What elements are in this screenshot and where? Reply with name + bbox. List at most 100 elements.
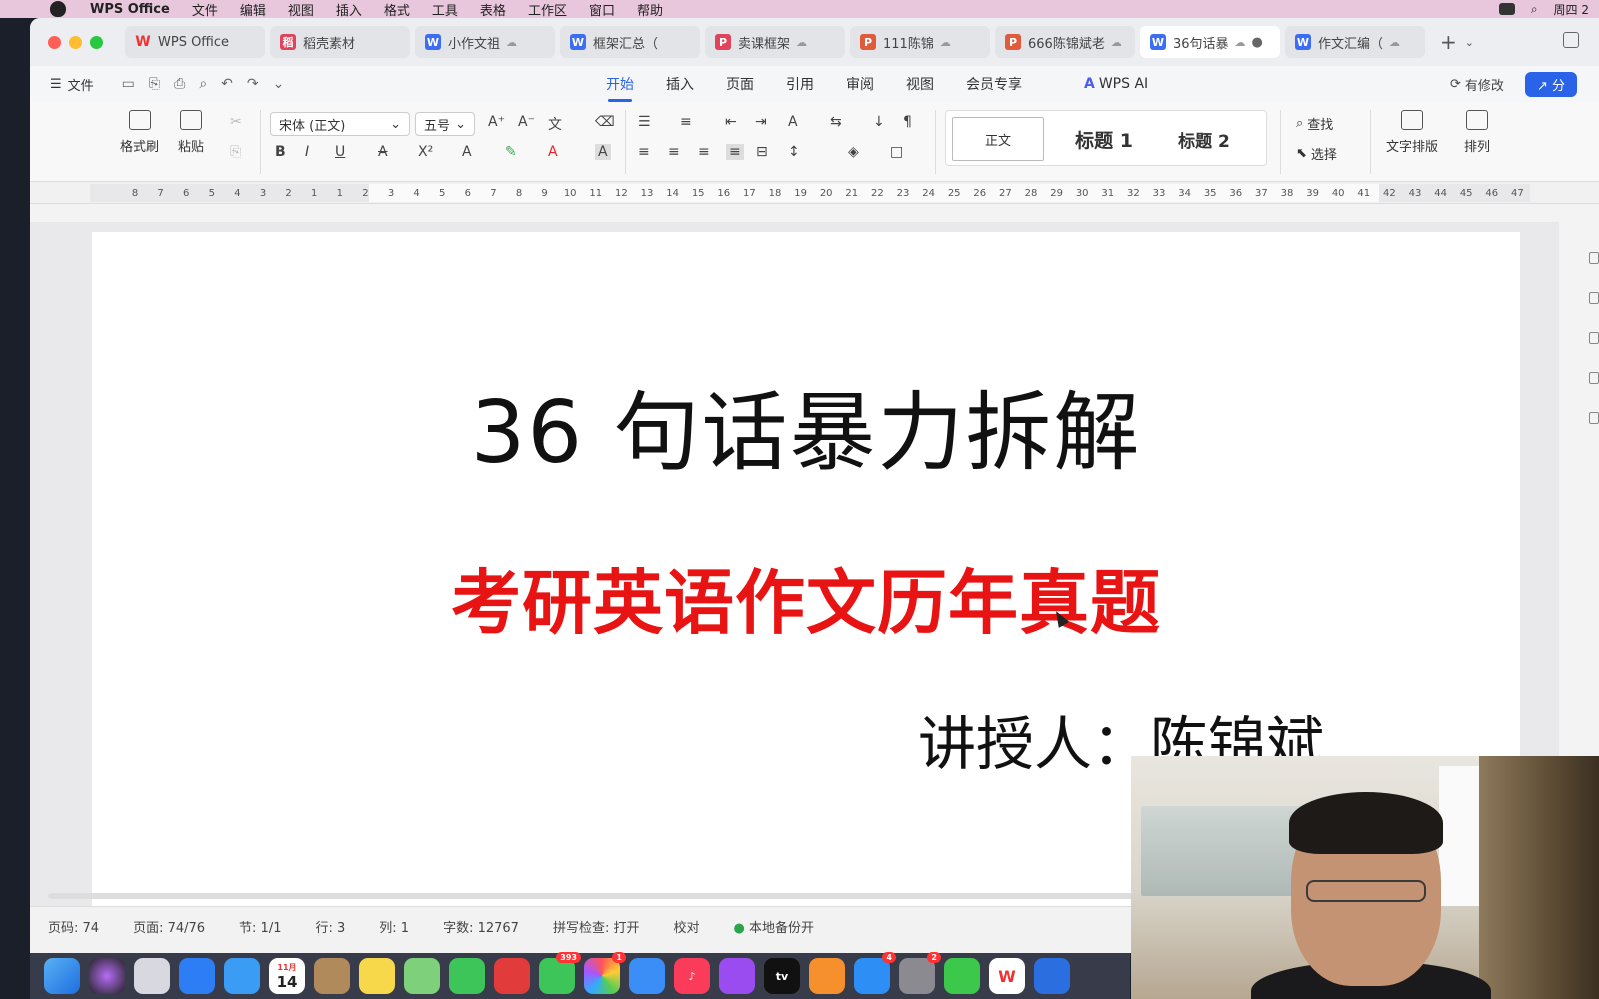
tab-doc-6[interactable]: P 111陈锦 ☁ <box>850 26 990 58</box>
menubar-menu-window[interactable]: 窗口 <box>589 0 615 19</box>
tab-doc-5[interactable]: P 卖课框架 ☁ <box>705 26 845 58</box>
calendar-icon[interactable]: 11月 14 <box>269 958 305 994</box>
system-settings-icon[interactable]: 2 <box>899 952 941 994</box>
tab-wps-office[interactable]: W WPS Office <box>125 26 265 58</box>
tab-doc-9[interactable]: W 作文汇编（ ☁ <box>1285 26 1425 58</box>
italic-icon[interactable]: I <box>305 144 309 160</box>
menubar-menu-format[interactable]: 格式 <box>384 0 410 19</box>
numbered-list-icon[interactable]: ≡ <box>680 114 692 130</box>
line-spacing-icon[interactable]: ↕ <box>788 144 800 160</box>
print-preview-icon[interactable]: ⌕ <box>199 76 207 92</box>
changes-indicator[interactable]: ⟳ 有修改 <box>1450 75 1504 94</box>
style-normal[interactable]: 正文 <box>952 117 1044 161</box>
bold-icon[interactable]: B <box>275 144 286 160</box>
menubar-clock[interactable]: 周四 2 <box>1554 1 1589 18</box>
tab-review[interactable]: 审阅 <box>846 68 874 100</box>
strikethrough-icon[interactable]: A <box>378 144 388 160</box>
borders-icon[interactable]: □ <box>890 144 903 160</box>
siri-icon[interactable] <box>89 958 125 994</box>
menubar-app-name[interactable]: WPS Office <box>90 2 170 17</box>
cut-icon[interactable]: ✂ <box>230 114 242 130</box>
export-pdf-icon[interactable]: ⎘ <box>149 76 160 92</box>
text-layout-button[interactable]: 文字排版 <box>1386 110 1438 155</box>
grow-font-icon[interactable]: A⁺ <box>488 114 505 130</box>
status-page-number[interactable]: 页码: 74 <box>48 917 99 936</box>
status-page-count[interactable]: 页面: 74/76 <box>133 917 205 936</box>
convert-icon[interactable]: ⇆ <box>830 114 842 130</box>
paste-button[interactable]: 粘贴 <box>178 110 204 155</box>
text-direction-icon[interactable]: A <box>788 114 798 130</box>
window-layout-icon[interactable] <box>1563 32 1579 48</box>
shading-icon[interactable]: ◈ <box>848 144 859 160</box>
photos-icon[interactable]: 1 <box>584 952 626 994</box>
tab-home[interactable]: 开始 <box>606 68 634 102</box>
share-button[interactable]: ↗ 分 <box>1525 72 1578 97</box>
copy-icon[interactable]: ⎘ <box>230 144 241 160</box>
superscript-icon[interactable]: X² <box>418 144 433 160</box>
align-left-icon[interactable]: ≡ <box>638 144 650 160</box>
menubar-menu-file[interactable]: 文件 <box>192 0 218 19</box>
tab-page[interactable]: 页面 <box>726 68 754 100</box>
menubar-menu-help[interactable]: 帮助 <box>637 0 663 19</box>
style-heading-1[interactable]: 标题 1 <box>1054 117 1154 161</box>
align-center-icon[interactable]: ≡ <box>668 144 680 160</box>
side-panel-icon[interactable] <box>1589 252 1599 264</box>
podcasts-icon[interactable] <box>719 958 755 994</box>
tab-doc-4[interactable]: W 框架汇总（ <box>560 26 700 58</box>
print-icon[interactable]: ⎙ <box>174 76 185 92</box>
battery-icon[interactable] <box>1498 3 1515 15</box>
photo-booth-icon[interactable] <box>494 958 530 994</box>
menubar-menu-tools[interactable]: 工具 <box>432 0 458 19</box>
side-panel-icon[interactable] <box>1589 372 1599 384</box>
select-button[interactable]: ⬉ 选择 <box>1296 144 1337 163</box>
wechat-icon[interactable] <box>944 958 980 994</box>
add-tab-button[interactable]: + <box>1440 30 1457 54</box>
tab-doc-3[interactable]: W 小作文祖 ☁ <box>415 26 555 58</box>
notes-icon[interactable] <box>359 958 395 994</box>
side-panel-icon[interactable] <box>1589 412 1599 424</box>
finder-icon[interactable] <box>44 958 80 994</box>
minimize-window-button[interactable] <box>69 35 82 49</box>
redo-icon[interactable]: ↷ <box>247 76 259 92</box>
status-spell-check[interactable]: 拼写检查: 打开 <box>553 917 640 936</box>
wps-office-dock-icon[interactable]: W <box>989 958 1025 994</box>
side-panel-icon[interactable] <box>1589 332 1599 344</box>
safari-icon[interactable] <box>179 958 215 994</box>
shrink-font-icon[interactable]: A⁻ <box>518 114 535 130</box>
char-shading-icon[interactable]: A <box>595 144 611 160</box>
status-section[interactable]: 节: 1/1 <box>239 917 281 936</box>
status-backup[interactable]: ● 本地备份开 <box>733 917 814 936</box>
tab-references[interactable]: 引用 <box>786 68 814 100</box>
sort-icon[interactable]: ↓ <box>873 114 885 130</box>
highlight-icon[interactable]: ✎ <box>505 144 517 160</box>
style-heading-2[interactable]: 标题 2 <box>1154 117 1254 161</box>
menubar-menu-edit[interactable]: 编辑 <box>240 0 266 19</box>
tab-doc-active[interactable]: W 36句话暴 ☁ ● <box>1140 26 1280 58</box>
music-icon[interactable]: ♪ <box>674 958 710 994</box>
tab-daoke[interactable]: 稻 稻壳素材 <box>270 26 410 58</box>
distribute-icon[interactable]: ⊟ <box>756 144 768 160</box>
undo-icon[interactable]: ↶ <box>221 76 233 92</box>
status-proofread[interactable]: 校对 <box>673 917 699 936</box>
format-painter-button[interactable]: 格式刷 <box>120 110 159 155</box>
align-right-icon[interactable]: ≡ <box>698 144 710 160</box>
wps-ai-button[interactable]: A WPS AI <box>1084 76 1148 92</box>
bullet-list-icon[interactable]: ☰ <box>638 114 651 130</box>
books-icon[interactable] <box>809 958 845 994</box>
menubar-menu-workspace[interactable]: 工作区 <box>528 0 567 19</box>
arrange-button[interactable]: 排列 <box>1464 110 1490 155</box>
font-color-icon[interactable]: A <box>548 144 558 160</box>
increase-indent-icon[interactable]: ⇥ <box>755 114 767 130</box>
menubar-menu-insert[interactable]: 插入 <box>336 0 362 19</box>
font-name-select[interactable]: 宋体 (正文) ⌄ <box>270 112 410 136</box>
contacts-icon[interactable] <box>314 958 350 994</box>
show-marks-icon[interactable]: ¶ <box>903 114 912 130</box>
find-button[interactable]: ⌕ 查找 <box>1296 114 1333 133</box>
keynote-icon[interactable] <box>629 958 665 994</box>
menubar-menu-view[interactable]: 视图 <box>288 0 314 19</box>
chevron-down-icon[interactable]: ⌄ <box>273 76 285 92</box>
file-menu-button[interactable]: ☰ 文件 <box>50 75 94 94</box>
mail-icon[interactable] <box>224 958 260 994</box>
decrease-indent-icon[interactable]: ⇤ <box>725 114 737 130</box>
text-effect-icon[interactable]: A <box>462 144 472 160</box>
